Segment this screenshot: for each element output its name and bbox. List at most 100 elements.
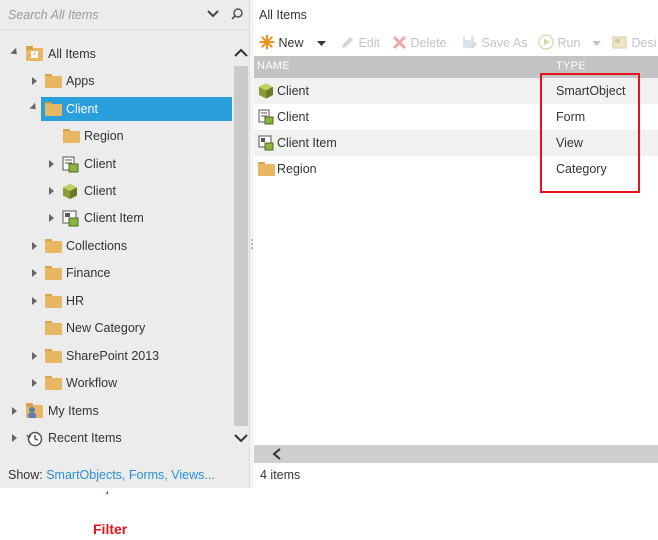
scroll-down-icon[interactable] <box>234 433 248 443</box>
tree-item-region[interactable]: Region <box>0 124 232 148</box>
tree-item-label: All Items <box>48 47 96 61</box>
tree-item-hr[interactable]: HR <box>0 289 232 313</box>
tree-item-label: SharePoint 2013 <box>66 349 160 363</box>
scroll-up-icon[interactable] <box>234 48 248 58</box>
tree-item-finance[interactable]: Finance <box>0 261 232 285</box>
tree-item-label: My Items <box>48 404 99 418</box>
new-button[interactable]: New <box>259 34 304 52</box>
tree-item-label: Finance <box>66 266 111 280</box>
tree-item-label: Collections <box>66 239 128 253</box>
run-button[interactable]: Run <box>538 34 580 52</box>
tree-item-collections[interactable]: Collections <box>0 234 232 258</box>
expand-icon[interactable] <box>49 187 54 195</box>
tree-item-sharepoint-2013[interactable]: SharePoint 2013 <box>0 344 232 368</box>
tree-item-client[interactable]: Client <box>28 97 232 121</box>
tree-item-label: Client <box>66 102 98 116</box>
folder-icon <box>45 74 62 88</box>
show-filter-link[interactable]: SmartObjects, Forms, Views... <box>46 468 215 482</box>
horizontal-scrollbar[interactable] <box>254 445 658 463</box>
navigation-panel: * All Items Apps Client Region Client <box>0 0 249 488</box>
run-play-icon <box>538 34 554 50</box>
delete-button-label: Delete <box>410 36 447 50</box>
folder-icon <box>45 294 62 308</box>
tree-item-new-category[interactable]: New Category <box>0 316 232 340</box>
folder-icon <box>45 239 62 253</box>
tree-item-label: Recent Items <box>48 431 122 445</box>
expand-icon[interactable] <box>49 214 54 222</box>
tree-item-label: Client Item <box>84 211 144 225</box>
save-as-button-label: Save As <box>481 36 528 50</box>
tree-item-my-items[interactable]: My Items <box>0 399 232 423</box>
expand-icon[interactable] <box>12 434 17 442</box>
tree-item-label: Workflow <box>66 376 118 390</box>
row-name: Region <box>277 162 317 176</box>
expand-icon[interactable] <box>32 352 37 360</box>
smartobject-icon <box>63 184 77 199</box>
my-items-folder-icon <box>26 403 43 418</box>
svg-text:*: * <box>33 51 37 59</box>
design-button-label: Desi <box>631 36 657 50</box>
view-icon <box>258 135 274 151</box>
show-label: Show: <box>8 468 47 482</box>
folder-icon <box>45 376 62 390</box>
view-icon <box>62 210 79 227</box>
tree-scrollbar-thumb[interactable] <box>234 66 248 426</box>
toolbar: New Edit Delete Save As Run Desi <box>254 30 658 56</box>
expand-icon[interactable] <box>32 77 37 85</box>
filter-arrow-icon <box>106 490 108 494</box>
save-as-button[interactable]: Save As <box>462 34 527 52</box>
tree-item-label: HR <box>66 294 85 308</box>
tree-item-all-items[interactable]: * All Items <box>0 42 232 66</box>
expand-icon[interactable] <box>32 379 37 387</box>
tree-item-recent-items[interactable]: Recent Items <box>0 426 232 450</box>
edit-button[interactable]: Edit <box>340 34 380 52</box>
column-header-type[interactable]: TYPE <box>556 60 586 72</box>
expand-icon[interactable] <box>12 407 17 415</box>
delete-x-icon <box>392 35 407 50</box>
tree-item-client-form[interactable]: Client <box>0 152 232 176</box>
run-dropdown-icon[interactable] <box>592 41 601 47</box>
folder-icon <box>45 266 62 280</box>
column-header-name[interactable]: NAME <box>257 60 290 72</box>
search-bar <box>0 0 249 30</box>
all-items-folder-icon: * <box>26 46 43 61</box>
page-title: All Items <box>259 8 307 22</box>
folder-icon <box>63 129 80 143</box>
new-star-icon <box>259 34 275 50</box>
item-count: 4 items <box>260 468 301 482</box>
tree-item-label: Client <box>84 157 116 171</box>
new-dropdown-icon[interactable] <box>317 41 326 47</box>
expand-icon[interactable] <box>32 242 37 250</box>
expand-icon[interactable] <box>49 160 54 168</box>
type-column-highlight-box <box>540 73 640 193</box>
delete-button[interactable]: Delete <box>392 34 447 52</box>
edit-button-label: Edit <box>358 36 381 50</box>
clock-icon <box>26 431 43 447</box>
row-name: Client <box>277 84 309 98</box>
design-button[interactable]: Desi <box>612 34 657 52</box>
tree-item-apps[interactable]: Apps <box>0 69 232 93</box>
tree-item-client-item[interactable]: Client Item <box>0 206 232 230</box>
chevron-down-icon[interactable] <box>207 10 219 18</box>
search-input[interactable] <box>8 6 200 24</box>
tree-item-label: New Category <box>66 321 146 335</box>
form-icon <box>258 109 274 125</box>
save-as-icon <box>463 36 477 49</box>
tree-item-workflow[interactable]: Workflow <box>0 371 232 395</box>
expand-icon[interactable] <box>32 297 37 305</box>
folder-icon <box>45 349 62 363</box>
expand-icon[interactable] <box>32 269 37 277</box>
new-button-label: New <box>278 36 304 50</box>
search-icon[interactable] <box>231 8 243 20</box>
show-filter-bar: Show: SmartObjects, Forms, Views... <box>0 463 249 488</box>
pencil-icon <box>342 37 353 48</box>
run-button-label: Run <box>557 36 581 50</box>
form-icon <box>62 156 79 173</box>
scroll-left-icon[interactable] <box>272 448 282 460</box>
tree-item-client-smartobject[interactable]: Client <box>0 179 232 203</box>
filter-annotation-label: Filter <box>93 521 128 537</box>
smartobject-icon <box>259 83 273 99</box>
tree-item-label: Client <box>84 184 116 198</box>
row-name: Client <box>277 110 309 124</box>
collapse-icon[interactable] <box>10 47 20 58</box>
